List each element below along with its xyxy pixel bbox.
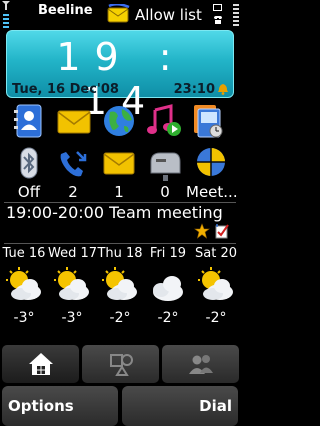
divider: [4, 243, 236, 244]
weather-forecast[interactable]: Tue 16 -3° Wed 17 -3° Thu 18 -2° Fri 19 …: [0, 246, 240, 334]
weather-day-label: Thu 18: [97, 246, 143, 261]
battery-icon: [232, 2, 240, 28]
sun-cloud-icon: [102, 267, 137, 300]
dial-softkey[interactable]: Dial: [122, 386, 238, 426]
calendar-entry-text: 19:00-20:00 Team meeting: [6, 203, 223, 222]
contacts-icon[interactable]: [10, 102, 48, 140]
weather-temperature: -3°: [61, 310, 83, 326]
todo-icon: [215, 224, 229, 239]
mailbox-icon: [150, 152, 181, 181]
sun-cloud-icon: [6, 267, 41, 300]
meeting-item[interactable]: Meet...: [186, 146, 238, 202]
options-softkey[interactable]: Options: [2, 386, 118, 426]
alarm-time: 23:10: [173, 82, 215, 97]
messaging-icon[interactable]: [55, 102, 93, 140]
mailbox-item[interactable]: 0: [142, 146, 188, 202]
sun-cloud-icon: [198, 267, 233, 300]
weather-day: Fri 19 -2°: [144, 246, 192, 334]
gallery-icon[interactable]: [190, 102, 228, 140]
calendar-entry[interactable]: 19:00-20:00 Team meeting: [6, 203, 238, 243]
tab-home[interactable]: [2, 345, 79, 383]
tab-shapes[interactable]: [82, 345, 159, 383]
weather-day: Sat 20 -2°: [192, 246, 240, 334]
operator-name: Beeline: [38, 3, 93, 18]
phone-icon: [214, 16, 222, 24]
weather-temperature: -3°: [13, 310, 35, 326]
music-player-icon[interactable]: [145, 102, 183, 140]
sun-cloud-icon: [54, 267, 89, 300]
softkey-bar: Options Dial: [0, 386, 240, 426]
web-globe-icon[interactable]: [100, 102, 138, 140]
signal-strength-icon: [2, 1, 10, 28]
weather-day-label: Fri 19: [149, 246, 187, 261]
bluetooth-status: Off: [17, 183, 41, 201]
clock-date: Tue, 16 Dec'08: [12, 82, 119, 97]
new-messages-item[interactable]: 1: [96, 146, 142, 202]
people-icon: [189, 355, 213, 374]
new-messages-icon: [103, 152, 135, 175]
home-icon: [29, 353, 53, 375]
mailbox-count: 0: [160, 183, 170, 201]
weather-day-label: Wed 17: [48, 246, 98, 261]
bluetooth-icon: [20, 147, 38, 179]
notification-row: Off 2 1 0 Meet...: [0, 146, 240, 202]
weather-temperature: -2°: [109, 310, 131, 326]
missed-calls-icon: [60, 151, 87, 177]
meeting-label: Meet...: [186, 183, 238, 201]
tab-people[interactable]: [162, 345, 239, 383]
meeting-icon: [197, 148, 225, 176]
clock-panel[interactable]: 19 : 14 Tue, 16 Dec'08 23:10: [6, 30, 234, 123]
new-messages-count: 1: [114, 183, 124, 201]
missed-calls-count: 2: [68, 183, 78, 201]
bluetooth-item[interactable]: Off: [6, 146, 52, 202]
weather-day: Thu 18 -2°: [96, 246, 144, 334]
tab-bar: [0, 345, 240, 383]
weather-day-label: Tue 16: [2, 246, 46, 261]
weather-day: Tue 16 -3°: [0, 246, 48, 334]
envelope-icon[interactable]: [107, 4, 133, 24]
star-icon: [194, 223, 210, 239]
cloud-icon: [153, 276, 183, 301]
alarm-bell-icon: [218, 84, 228, 95]
shortcut-bar: [0, 100, 240, 142]
weather-day: Wed 17 -3°: [48, 246, 98, 334]
missed-calls-item[interactable]: 2: [50, 146, 96, 202]
weather-day-label: Sat 20: [195, 246, 237, 261]
mini-envelope-icon: [213, 4, 222, 11]
weather-temperature: -2°: [205, 310, 227, 326]
weather-temperature: -2°: [157, 310, 179, 326]
profile-status-text[interactable]: Allow list: [135, 6, 202, 24]
status-bar: Beeline Allow list: [0, 0, 240, 30]
shapes-icon: [110, 354, 133, 376]
